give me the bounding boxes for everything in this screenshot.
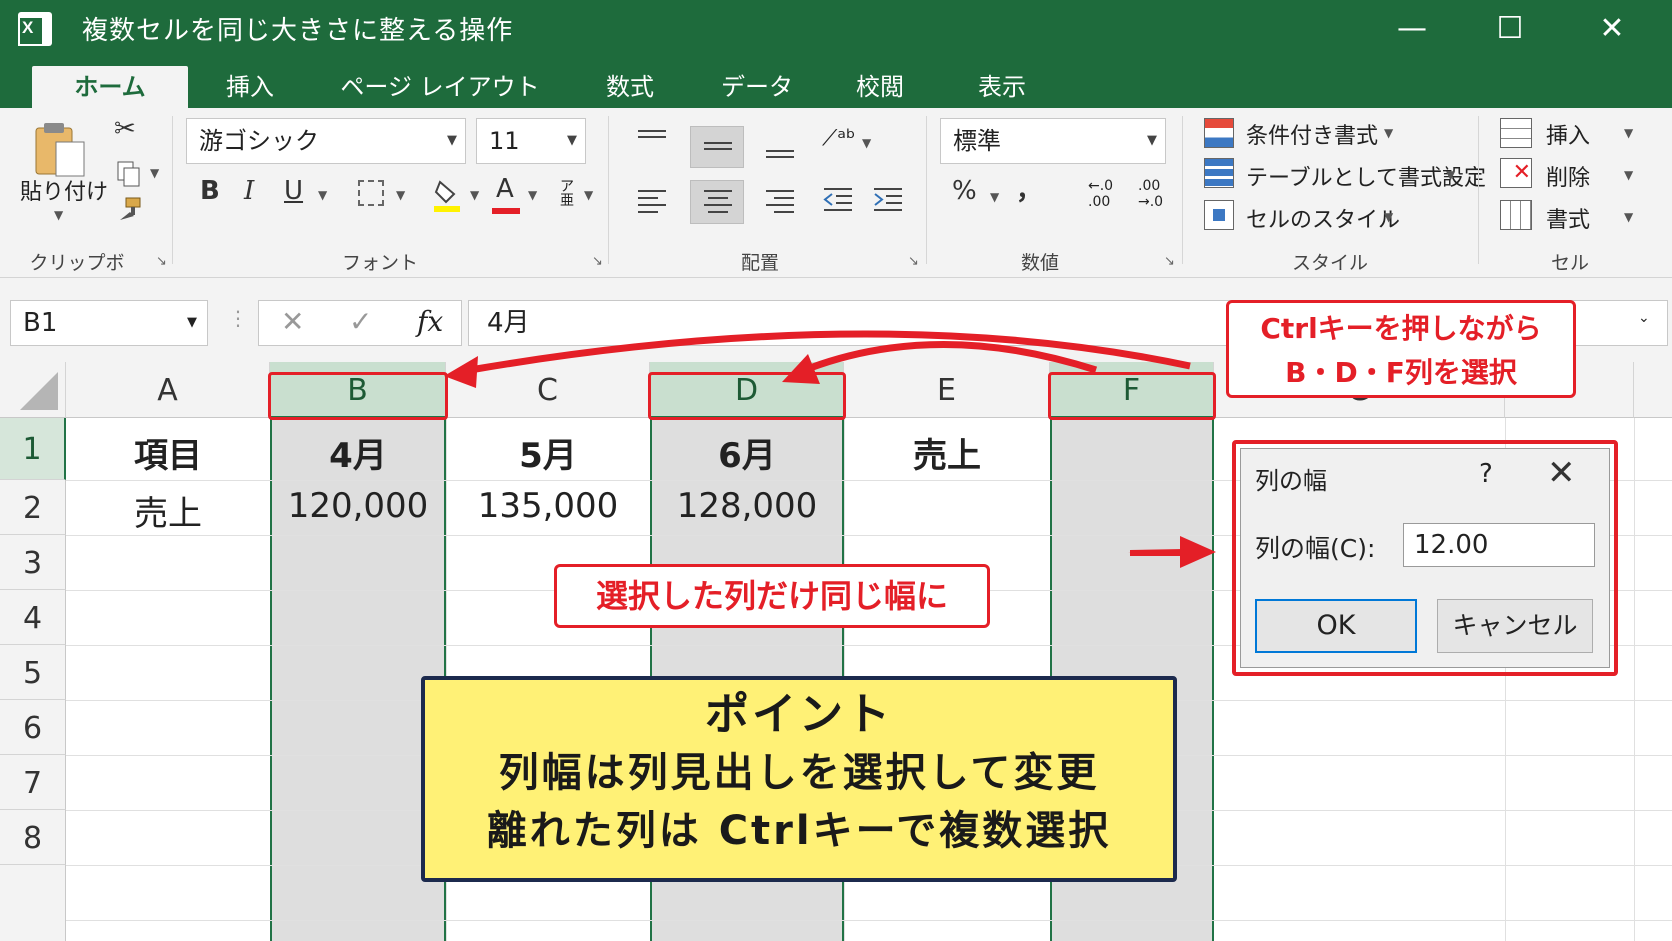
column-width-label: 列の幅(C): <box>1255 534 1376 563</box>
help-icon[interactable]: ? <box>1479 459 1493 489</box>
callout-line: B・D・F列を選択 <box>1285 356 1517 389</box>
column-width-input[interactable]: 12.00 <box>1403 523 1595 567</box>
dialog-close-icon[interactable]: ✕ <box>1547 453 1576 493</box>
point-note-box: ポイント 列幅は列見出しを選択して変更 離れた列は Ctrlキーで複数選択 <box>421 676 1177 882</box>
point-title: ポイント <box>705 689 893 740</box>
point-line-1: 列幅は列見出しを選択して変更 <box>498 750 1100 796</box>
column-width-dialog: 列の幅 ? ✕ 列の幅(C): 12.00 OK キャンセル <box>1240 448 1610 668</box>
ok-button[interactable]: OK <box>1255 599 1417 653</box>
ctrl-select-callout: Ctrlキーを押しながら B・D・F列を選択 <box>1226 300 1576 398</box>
cancel-button[interactable]: キャンセル <box>1437 599 1593 653</box>
same-width-callout: 選択した列だけ同じ幅に <box>554 564 990 628</box>
callout-line: Ctrlキーを押しながら <box>1260 312 1542 345</box>
point-line-2: 離れた列は Ctrlキーで複数選択 <box>486 808 1112 854</box>
dialog-title: 列の幅 <box>1255 467 1327 495</box>
